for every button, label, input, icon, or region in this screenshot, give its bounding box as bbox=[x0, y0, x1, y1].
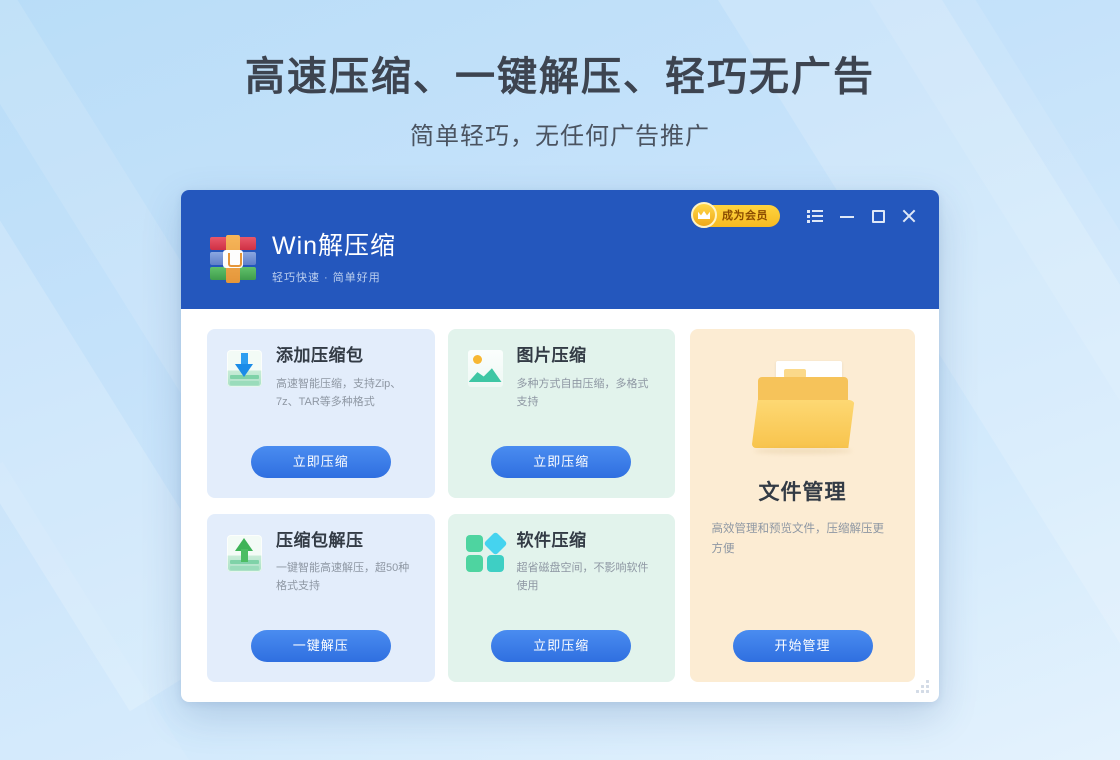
app-tagline: 轻巧快速 · 简单好用 bbox=[272, 271, 381, 284]
folder-document-icon bbox=[744, 359, 862, 454]
card-title: 软件压缩 bbox=[516, 530, 587, 550]
card-title: 压缩包解压 bbox=[276, 530, 364, 550]
minimize-icon[interactable] bbox=[834, 203, 860, 229]
page-root: 高速压缩、一键解压、轻巧无广告 简单轻巧，无任何广告推广 Win解压缩 轻巧快速… bbox=[0, 0, 1120, 760]
resize-grip-icon[interactable] bbox=[915, 679, 929, 693]
feature-card-grid: 添加压缩包 高速智能压缩，支持Zip、7z、TAR等多种格式 立即压缩 图片压缩 bbox=[207, 329, 675, 682]
window-content: 添加压缩包 高速智能压缩，支持Zip、7z、TAR等多种格式 立即压缩 图片压缩 bbox=[181, 309, 939, 702]
become-member-button[interactable]: 成为会员 bbox=[691, 202, 780, 228]
software-compress-icon bbox=[464, 530, 508, 575]
image-compress-icon bbox=[464, 347, 507, 390]
start-management-button[interactable]: 开始管理 bbox=[732, 630, 873, 662]
card-title: 图片压缩 bbox=[516, 346, 587, 365]
brand: Win解压缩 轻巧快速 · 简单好用 bbox=[208, 232, 397, 285]
card-image-compress[interactable]: 图片压缩 多种方式自由压缩，多格式支持 立即压缩 bbox=[447, 329, 675, 498]
maximize-icon[interactable] bbox=[865, 203, 891, 229]
window-titlebar: Win解压缩 轻巧快速 · 简单好用 成为会员 bbox=[181, 190, 939, 309]
card-software-compress[interactable]: 软件压缩 超省磁盘空间，不影响软件使用 立即压缩 bbox=[447, 513, 675, 682]
app-window: Win解压缩 轻巧快速 · 简单好用 成为会员 添加压缩包 高速智能压缩，支持Z… bbox=[181, 190, 939, 702]
app-name: Win解压缩 bbox=[272, 232, 397, 260]
card-description: 一键智能高速解压，超50种格式支持 bbox=[276, 562, 410, 593]
add-archive-icon bbox=[223, 347, 266, 390]
card-add-archive[interactable]: 添加压缩包 高速智能压缩，支持Zip、7z、TAR等多种格式 立即压缩 bbox=[207, 329, 435, 498]
card-description: 超省磁盘空间，不影响软件使用 bbox=[516, 562, 649, 593]
card-description: 多种方式自由压缩，多格式支持 bbox=[516, 377, 649, 408]
close-icon[interactable] bbox=[896, 203, 922, 229]
page-subtitle: 简单轻巧，无任何广告推广 bbox=[410, 123, 710, 150]
panel-title: 文件管理 bbox=[758, 481, 847, 504]
crown-icon bbox=[691, 202, 717, 228]
panel-description: 高效管理和预览文件，压缩解压更方便 bbox=[711, 523, 885, 555]
become-member-label: 成为会员 bbox=[722, 210, 768, 222]
titlebar-controls: 成为会员 bbox=[691, 202, 922, 229]
hero-text: 高速压缩、一键解压、轻巧无广告 简单轻巧，无任何广告推广 bbox=[0, 52, 1120, 151]
menu-list-icon[interactable] bbox=[803, 203, 829, 229]
compress-now-button[interactable]: 立即压缩 bbox=[250, 445, 391, 478]
card-title: 添加压缩包 bbox=[276, 346, 364, 365]
card-description: 高速智能压缩，支持Zip、7z、TAR等多种格式 bbox=[276, 377, 402, 408]
extract-archive-icon bbox=[223, 532, 266, 575]
compress-now-button[interactable]: 立即压缩 bbox=[491, 445, 632, 478]
card-extract-archive[interactable]: 压缩包解压 一键智能高速解压，超50种格式支持 一键解压 bbox=[207, 513, 435, 682]
one-click-extract-button[interactable]: 一键解压 bbox=[250, 630, 391, 662]
card-file-management[interactable]: 文件管理 高效管理和预览文件，压缩解压更方便 开始管理 bbox=[690, 329, 915, 682]
winrar-books-icon bbox=[208, 234, 258, 284]
page-title: 高速压缩、一键解压、轻巧无广告 bbox=[245, 55, 875, 99]
compress-now-button[interactable]: 立即压缩 bbox=[491, 630, 632, 662]
